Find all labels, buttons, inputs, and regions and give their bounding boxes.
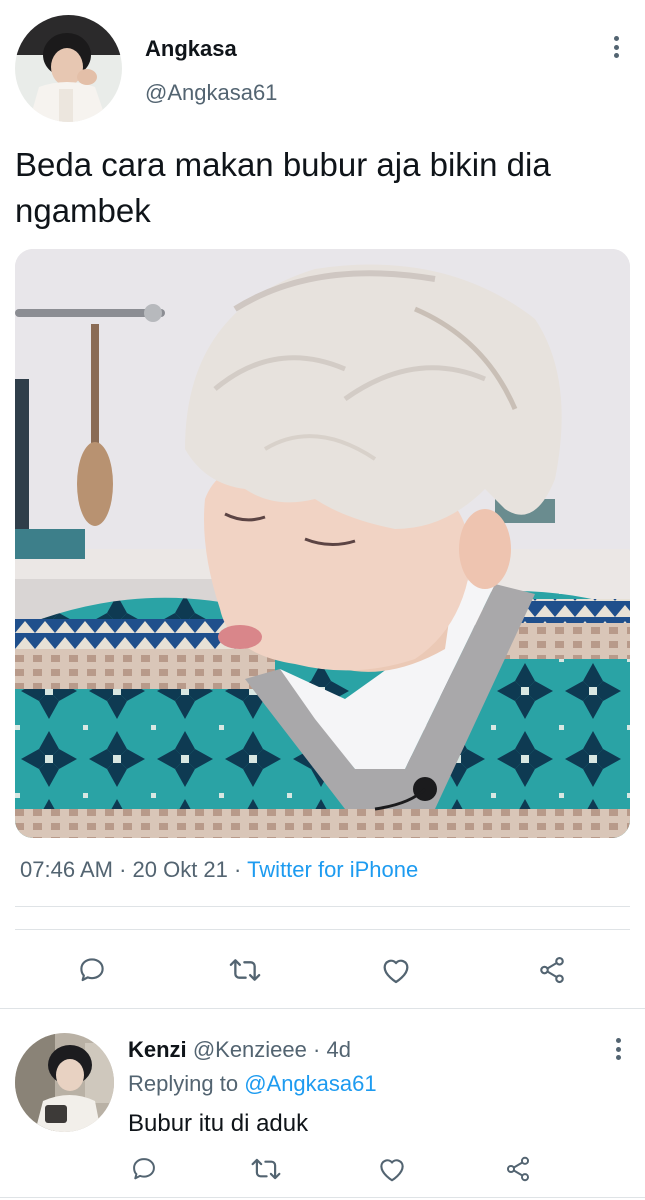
author-handle[interactable]: @Angkasa61 xyxy=(145,80,277,106)
reply-author-line: Kenzi @Kenzieee · 4d xyxy=(128,1037,351,1063)
author-display-name[interactable]: Angkasa xyxy=(145,36,237,62)
like-icon[interactable] xyxy=(376,950,416,990)
reply-icon[interactable] xyxy=(72,950,112,990)
reply-retweet-icon[interactable] xyxy=(246,1152,286,1186)
meta-separator: · xyxy=(227,857,248,882)
tweet-source-link[interactable]: Twitter for iPhone xyxy=(247,857,418,882)
replying-to: Replying to @Angkasa61 xyxy=(128,1071,377,1097)
divider xyxy=(15,906,630,907)
author-avatar[interactable] xyxy=(15,15,122,122)
tweet-time: 07:46 AM xyxy=(20,857,113,882)
tweet-media-image[interactable] xyxy=(15,249,630,838)
reply-reply-icon[interactable] xyxy=(127,1152,161,1186)
more-options-icon[interactable] xyxy=(604,32,628,62)
retweet-icon[interactable] xyxy=(222,950,268,990)
meta-separator: · xyxy=(306,1037,327,1062)
replying-to-mention[interactable]: @Angkasa61 xyxy=(244,1071,376,1096)
reply-display-name[interactable]: Kenzi xyxy=(128,1037,187,1062)
reply-author-avatar[interactable] xyxy=(15,1033,114,1132)
divider xyxy=(15,929,630,930)
tweet-metadata: 07:46 AM · 20 Okt 21 · Twitter for iPhon… xyxy=(20,857,418,883)
reply-age: 4d xyxy=(326,1037,351,1062)
divider xyxy=(0,1008,645,1009)
reply-more-options-icon[interactable] xyxy=(606,1034,630,1064)
reply-share-icon[interactable] xyxy=(501,1152,535,1186)
reply-text: Bubur itu di aduk xyxy=(128,1110,309,1137)
replying-to-prefix: Replying to xyxy=(128,1071,245,1096)
divider xyxy=(0,1197,645,1198)
tweet-text: Beda cara makan bubur aja bikin dia ngam… xyxy=(15,146,551,229)
reply-like-icon[interactable] xyxy=(375,1152,409,1186)
share-icon[interactable] xyxy=(532,950,572,990)
meta-separator: · xyxy=(112,857,133,882)
tweet-date: 20 Okt 21 xyxy=(132,857,228,882)
reply-handle[interactable]: @Kenzieee xyxy=(193,1037,307,1062)
